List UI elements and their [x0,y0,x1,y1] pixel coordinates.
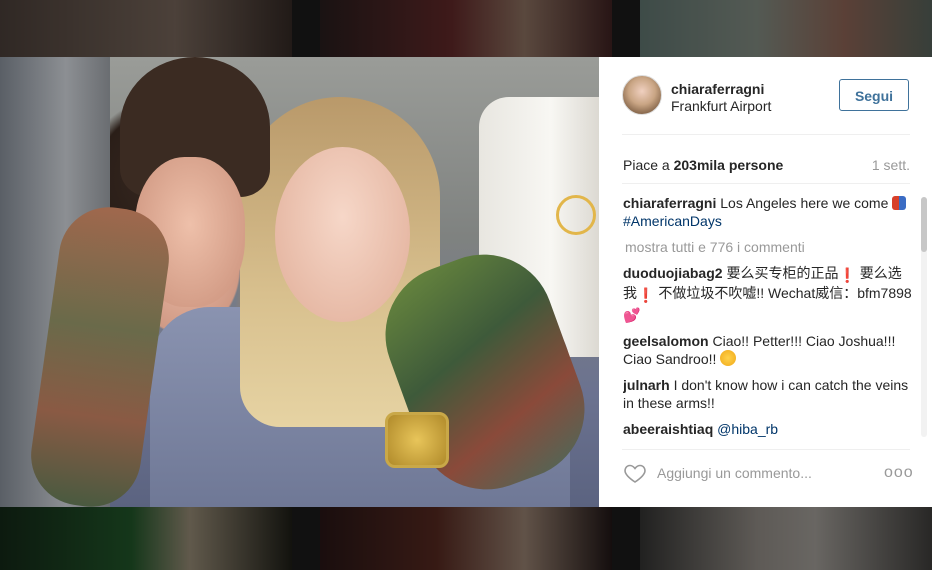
post-header: chiaraferragni Frankfurt Airport Segui [599,57,932,134]
post-location[interactable]: Frankfurt Airport [671,98,771,114]
view-all-comments-link[interactable]: mostra tutti e 776 i commenti [625,238,913,256]
comment-item: duoduojiabag2 要么买专柜的正品❗ 要么选我❗ 不做垃圾不吹嘘!! … [623,264,913,324]
post-side-panel: chiaraferragni Frankfurt Airport Segui P… [599,57,932,507]
laughing-emoji-icon [720,350,737,366]
background-thumbnail[interactable] [640,0,932,57]
hearts-icon: 💕 [623,307,641,323]
background-thumbnail[interactable] [0,507,292,570]
airline-logo [556,195,596,235]
background-thumbnail[interactable] [320,507,612,570]
comment-username[interactable]: duoduojiabag2 [623,265,723,281]
comment-username[interactable]: julnarh [623,377,670,393]
comment-text: 不做垃圾不吹嘘!! Wechat威信：bfm7898 [658,285,912,301]
comment-username[interactable]: abeeraishtiaq [623,421,713,437]
likes-prefix: Piace a [623,157,674,173]
exclamation-icon: ❗ [637,287,655,303]
comment-username[interactable]: geelsalomon [623,333,709,349]
couple-emoji-icon [892,196,907,210]
comment-item: julnarh I don't know how i can catch the… [623,376,913,412]
background-thumbnail[interactable] [640,507,932,570]
comments-list[interactable]: chiaraferragni Los Angeles here we come … [623,194,913,438]
exclamation-icon: ❗ [838,267,856,283]
heart-icon[interactable] [623,461,647,485]
background-thumbnail[interactable] [0,0,292,57]
caption-hashtag[interactable]: #AmericanDays [623,213,722,229]
comment-mention[interactable]: @hiba_rb [717,421,778,437]
post-photo[interactable] [0,57,599,507]
comment-item: geelsalomon Ciao!! Petter!!! Ciao Joshua… [623,332,913,368]
follow-button[interactable]: Segui [839,79,909,111]
watch [385,412,449,468]
avatar[interactable] [622,75,662,115]
face-shape [275,147,410,322]
post-timestamp[interactable]: 1 sett. [872,157,910,173]
comments-scrollbar[interactable] [921,197,927,437]
caption: chiaraferragni Los Angeles here we come … [623,194,913,230]
likes-number[interactable]: 203mila persone [674,157,784,173]
caption-username[interactable]: chiaraferragni [623,195,716,211]
divider [622,183,910,184]
comment-item: abeeraishtiaq @hiba_rb [623,420,913,438]
background-thumbnail[interactable] [320,0,612,57]
add-comment-input[interactable] [657,462,857,484]
caption-text: Los Angeles here we come [720,195,889,211]
more-options-icon[interactable]: ooo [884,462,913,484]
comment-text: 要么买专柜的正品 [726,265,839,281]
scrollbar-thumb[interactable] [921,197,927,252]
post-username[interactable]: chiaraferragni [671,81,764,97]
divider [622,449,910,450]
likes-count[interactable]: Piace a 203mila persone [623,157,783,173]
divider [622,134,910,135]
